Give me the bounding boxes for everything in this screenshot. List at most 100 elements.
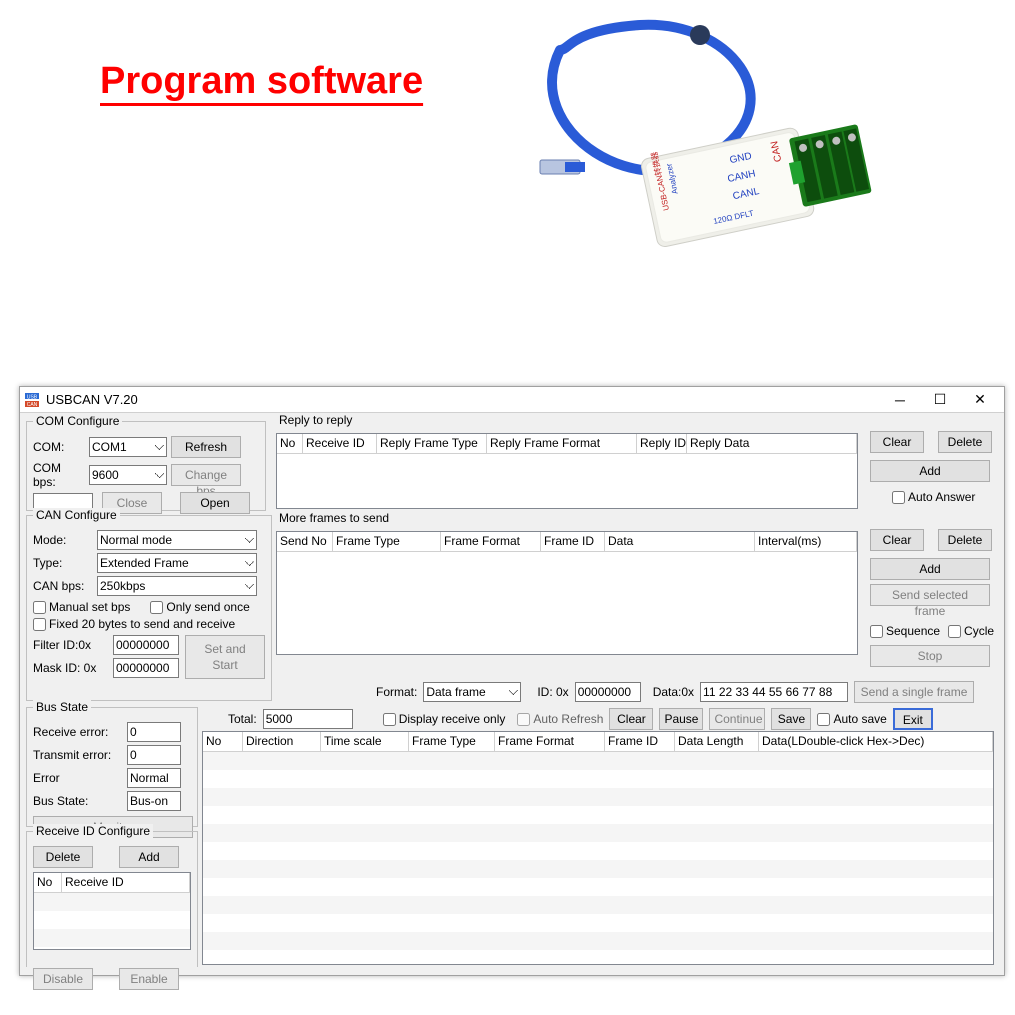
reply-th-1: Receive ID <box>303 434 377 453</box>
auto-save-checkbox[interactable]: Auto save <box>817 712 886 726</box>
mf-delete-button[interactable]: Delete <box>938 529 992 551</box>
mf-th-4: Data <box>605 532 755 551</box>
more-frames-table[interactable]: Send No Frame Type Frame Format Frame ID… <box>276 531 858 655</box>
mf-add-button[interactable]: Add <box>870 558 990 580</box>
rx-id-configure-legend: Receive ID Configure <box>33 824 153 838</box>
mask-id-label: Mask ID: 0x <box>33 661 109 675</box>
fixed-20-checkbox[interactable]: Fixed 20 bytes to send and receive <box>33 617 235 631</box>
svg-text:USB: USB <box>27 394 38 400</box>
com-port-select[interactable]: COM1 <box>89 437 167 457</box>
rx-id-add-button[interactable]: Add <box>119 846 179 868</box>
titlebar[interactable]: USBCAN USBCAN V7.20 ─ ☐ ✕ <box>20 387 1004 413</box>
mode-select[interactable]: Normal mode <box>97 530 257 550</box>
send-id-label: ID: 0x <box>537 685 568 699</box>
bus-state-legend: Bus State <box>33 700 91 714</box>
mask-id-input[interactable] <box>113 658 179 678</box>
total-label: Total: <box>228 712 257 726</box>
cycle-checkbox[interactable]: Cycle <box>948 624 994 638</box>
reply-clear-button[interactable]: Clear <box>870 431 924 453</box>
bus-state-label: Bus State: <box>33 794 123 808</box>
com-configure-legend: COM Configure <box>33 414 122 428</box>
filter-id-label: Filter ID:0x <box>33 638 109 652</box>
mf-th-1: Frame Type <box>333 532 441 551</box>
rx-id-delete-button[interactable]: Delete <box>33 846 93 868</box>
send-single-row: Format: Data frame ID: 0x Data:0x Send a… <box>376 679 996 705</box>
rx-id-table[interactable]: No Receive ID <box>33 872 191 950</box>
can-bps-select[interactable]: 250kbps <box>97 576 257 596</box>
com-bps-select[interactable]: 9600 <box>89 465 167 485</box>
format-label: Format: <box>376 685 417 699</box>
change-bps-button[interactable]: Change bps <box>171 464 241 486</box>
sequence-checkbox[interactable]: Sequence <box>870 624 940 638</box>
can-bps-label: CAN bps: <box>33 579 93 593</box>
continue-button[interactable]: Continue <box>709 708 765 730</box>
rx-id-th-no: No <box>34 873 62 892</box>
product-photo: USB-CAN转换器 Analyzer GND CANH CANL 120Ω D… <box>530 10 900 310</box>
svg-text:CAN: CAN <box>27 402 38 408</box>
error-field <box>127 768 181 788</box>
manual-bps-checkbox[interactable]: Manual set bps <box>33 600 130 614</box>
auto-answer-checkbox[interactable]: Auto Answer <box>892 490 975 504</box>
refresh-button[interactable]: Refresh <box>171 436 241 458</box>
can-configure-group: CAN Configure Mode: Normal mode Type: Ex… <box>26 515 272 701</box>
mf-th-3: Frame ID <box>541 532 605 551</box>
rx-id-disable-button[interactable]: Disable <box>33 968 93 990</box>
tx-error-field <box>127 745 181 765</box>
rx-id-enable-button[interactable]: Enable <box>119 968 179 990</box>
type-label: Type: <box>33 556 93 570</box>
main-clear-button[interactable]: Clear <box>609 708 653 730</box>
save-button[interactable]: Save <box>771 708 811 730</box>
total-field[interactable] <box>263 709 353 729</box>
more-frames-legend: More frames to send <box>276 511 392 525</box>
rx-id-th-id: Receive ID <box>62 873 190 892</box>
send-data-input[interactable] <box>700 682 848 702</box>
auto-refresh-checkbox[interactable]: Auto Refresh <box>517 712 603 726</box>
reply-th-0: No <box>277 434 303 453</box>
maximize-button[interactable]: ☐ <box>920 388 960 412</box>
mode-label: Mode: <box>33 533 93 547</box>
main-th-3: Frame Type <box>409 732 495 751</box>
set-and-start-button[interactable]: Set and Start <box>185 635 265 679</box>
com-label: COM: <box>33 440 85 454</box>
reply-th-5: Reply Data <box>687 434 857 453</box>
page-heading: Program software <box>100 60 423 103</box>
main-th-0: No <box>203 732 243 751</box>
main-th-5: Frame ID <box>605 732 675 751</box>
mf-th-2: Frame Format <box>441 532 541 551</box>
main-th-6: Data Length <box>675 732 759 751</box>
bus-state-field <box>127 791 181 811</box>
main-th-4: Frame Format <box>495 732 605 751</box>
filter-id-input[interactable] <box>113 635 179 655</box>
reply-th-2: Reply Frame Type <box>377 434 487 453</box>
main-th-7: Data(LDouble-click Hex->Dec) <box>759 732 993 751</box>
main-table[interactable]: No Direction Time scale Frame Type Frame… <box>202 731 994 965</box>
exit-button[interactable]: Exit <box>893 708 933 730</box>
stop-button[interactable]: Stop <box>870 645 990 667</box>
reply-add-button[interactable]: Add <box>870 460 990 482</box>
send-single-button[interactable]: Send a single frame <box>854 681 974 703</box>
rx-error-field <box>127 722 181 742</box>
send-selected-button[interactable]: Send selected frame <box>870 584 990 606</box>
app-window: USBCAN USBCAN V7.20 ─ ☐ ✕ COM Configure … <box>19 386 1005 976</box>
display-rx-only-checkbox[interactable]: Display receive only <box>383 712 506 726</box>
reply-legend: Reply to reply <box>276 413 355 427</box>
main-toolbar: Total: Display receive only Auto Refresh… <box>208 707 994 731</box>
more-frames-group: More frames to send Send No Frame Type F… <box>276 519 994 675</box>
usbcan-app-icon: USB CAN <box>24 392 40 408</box>
bus-state-group: Bus State Receive error: Transmit error:… <box>26 707 198 827</box>
only-send-once-checkbox[interactable]: Only send once <box>150 600 249 614</box>
rx-id-configure-group: Receive ID Configure Delete Add No Recei… <box>26 831 198 967</box>
mf-th-5: Interval(ms) <box>755 532 857 551</box>
reply-table[interactable]: No Receive ID Reply Frame Type Reply Fra… <box>276 433 858 509</box>
reply-delete-button[interactable]: Delete <box>938 431 992 453</box>
format-select[interactable]: Data frame <box>423 682 521 702</box>
open-com-button[interactable]: Open <box>180 492 250 514</box>
can-configure-legend: CAN Configure <box>33 508 120 522</box>
pause-button[interactable]: Pause <box>659 708 703 730</box>
mf-clear-button[interactable]: Clear <box>870 529 924 551</box>
close-button[interactable]: ✕ <box>960 388 1000 412</box>
minimize-button[interactable]: ─ <box>880 388 920 412</box>
type-select[interactable]: Extended Frame <box>97 553 257 573</box>
send-id-input[interactable] <box>575 682 641 702</box>
com-configure-group: COM Configure COM: COM1 Refresh COM bps:… <box>26 421 266 511</box>
